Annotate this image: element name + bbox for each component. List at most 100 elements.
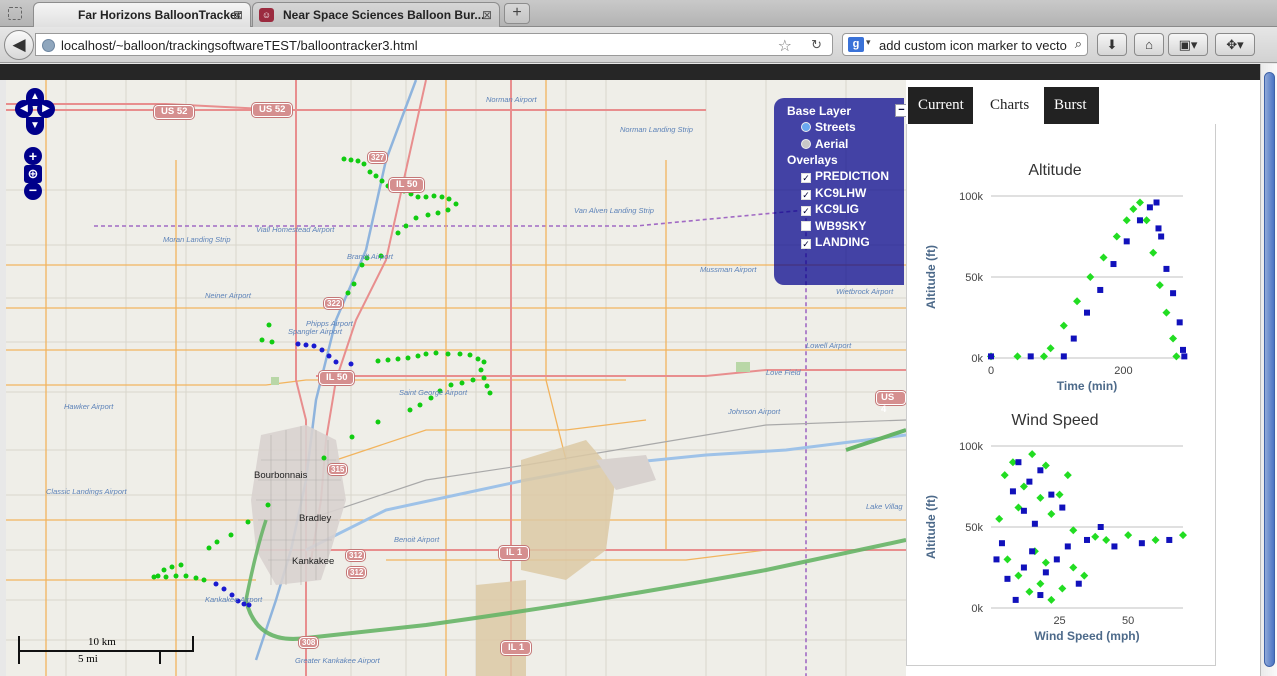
- data-point-green: [1179, 531, 1187, 540]
- city-label: Bradley: [299, 513, 332, 524]
- road-shield: US 52: [252, 103, 293, 117]
- pan-left-button[interactable]: ◀: [15, 100, 33, 118]
- data-point-green: [1099, 253, 1108, 262]
- data-point-blue: [1155, 225, 1162, 232]
- checkbox-icon[interactable]: ✓: [801, 189, 811, 200]
- new-tab-button[interactable]: +: [504, 3, 530, 24]
- road-shield: IL 1: [499, 546, 530, 560]
- layer-label: WB9SKY: [815, 218, 867, 233]
- map-view[interactable]: Norman Airport Norman Landing Strip Van …: [6, 80, 906, 676]
- altitude-chart: Altitude 0k 50k 100k 0 200 Time (min) Altitude …: [924, 162, 1188, 393]
- close-tab-icon[interactable]: ⊠: [482, 8, 492, 22]
- radio-icon[interactable]: [801, 122, 811, 132]
- chevron-down-icon[interactable]: ▾: [866, 37, 871, 48]
- tab-label: Near Space Sciences Balloon Bur...: [283, 8, 485, 22]
- map-label: Mussman Airport: [700, 265, 757, 274]
- extension-icon: ✥▾: [1226, 37, 1244, 52]
- close-tab-icon[interactable]: ⊠: [233, 8, 243, 22]
- data-point-green: [1039, 352, 1048, 361]
- map-base-svg: [6, 80, 906, 676]
- data-point-blue: [1060, 353, 1067, 360]
- back-button[interactable]: ◀: [4, 30, 34, 60]
- bookmark-star-icon[interactable]: ☆: [778, 36, 792, 56]
- zoom-out-button[interactable]: −: [24, 182, 42, 200]
- road-shield: IL 50: [389, 178, 425, 192]
- data-point-green: [1025, 587, 1034, 596]
- data-point-green: [1122, 216, 1131, 225]
- search-icon[interactable]: ⌕: [1075, 36, 1082, 52]
- downloads-button[interactable]: ⬇: [1097, 33, 1127, 56]
- data-point-green: [1036, 579, 1045, 588]
- window-menu-icon[interactable]: [8, 7, 22, 20]
- scrollbar-thumb[interactable]: [1264, 72, 1275, 667]
- overlay-kc9lhw[interactable]: ✓ KC9LHW: [787, 186, 904, 203]
- map-label: Hawker Airport: [64, 402, 114, 411]
- checkbox-icon[interactable]: ✓: [801, 239, 811, 249]
- x-axis-label: Wind Speed (mph): [1034, 629, 1139, 643]
- radio-icon[interactable]: [801, 138, 811, 149]
- page-scrollbar[interactable]: [1260, 64, 1277, 676]
- tab-far-horizons[interactable]: Far Horizons BalloonTracker ⊠: [33, 2, 251, 27]
- data-point-green: [1149, 248, 1158, 257]
- data-point-blue: [1009, 488, 1016, 495]
- checkbox-icon[interactable]: ✓: [801, 173, 811, 183]
- data-point-blue: [988, 353, 994, 360]
- chart-title: Wind Speed: [1011, 412, 1098, 429]
- tab-current[interactable]: Current: [908, 87, 973, 124]
- base-layer-streets[interactable]: Streets: [787, 120, 904, 137]
- y-tick-label: 0k: [971, 353, 983, 365]
- overlay-landing[interactable]: ✓ LANDING: [787, 235, 904, 252]
- x-tick-label: 200: [1114, 365, 1132, 377]
- layer-label: PREDICTION: [815, 169, 890, 183]
- data-point-green: [1102, 535, 1111, 544]
- data-point-green: [1151, 535, 1160, 544]
- map-label: Love Field: [766, 368, 801, 377]
- data-point-green: [1069, 563, 1078, 572]
- city-label: Kankakee: [292, 556, 335, 567]
- base-layer-aerial[interactable]: Aerial: [787, 137, 904, 154]
- overlay-wb9sky[interactable]: WB9SKY: [787, 219, 904, 236]
- data-point-green: [1135, 198, 1144, 207]
- bookmarks-menu-button[interactable]: ▣▾: [1168, 33, 1208, 56]
- tab-burst[interactable]: Burst: [1044, 87, 1099, 124]
- map-label: Benoit Airport: [394, 535, 440, 544]
- checkbox-icon[interactable]: [801, 220, 811, 231]
- tab-label: Far Horizons BalloonTracker: [78, 8, 242, 22]
- overlay-kc9lig[interactable]: ✓ KC9LIG: [787, 202, 904, 219]
- overlay-prediction[interactable]: ✓ PREDICTION: [787, 169, 904, 186]
- map-label: Van Alven Landing Strip: [574, 206, 654, 215]
- home-button[interactable]: ⌂: [1134, 33, 1164, 56]
- road-shield: IL 1: [501, 641, 532, 655]
- map-label: Lake Villag: [866, 502, 903, 511]
- data-point-blue: [1020, 564, 1027, 571]
- zoom-world-button[interactable]: ⊕: [24, 165, 42, 183]
- map-label: Neiner Airport: [205, 291, 251, 300]
- search-engine-icon[interactable]: g: [848, 37, 864, 52]
- url-bar[interactable]: localhost/~balloon/trackingsoftwareTEST/…: [35, 33, 833, 56]
- data-point-blue: [1029, 548, 1036, 555]
- chart-title: Altitude: [1028, 162, 1081, 179]
- minimize-button[interactable]: −: [895, 104, 906, 117]
- data-point-blue: [1110, 261, 1117, 268]
- zoom-in-button[interactable]: +: [24, 147, 42, 165]
- search-field[interactable]: g ▾ add custom icon marker to vecto ⌕: [842, 33, 1088, 56]
- data-point-green: [1086, 273, 1095, 281]
- data-point-green: [1047, 510, 1056, 519]
- checkbox-icon[interactable]: ✓: [801, 206, 811, 216]
- layer-label: LANDING: [815, 235, 870, 249]
- reload-icon[interactable]: ↻: [811, 37, 822, 53]
- tab-charts[interactable]: Charts: [980, 87, 1040, 124]
- pan-right-button[interactable]: ▶: [37, 100, 55, 118]
- map-label: Kankakee Airport: [205, 595, 263, 604]
- extension-menu-button[interactable]: ✥▾: [1215, 33, 1255, 56]
- road-shield: US 52: [154, 105, 195, 119]
- x-tick-label: 50: [1122, 615, 1134, 627]
- tab-near-space[interactable]: ☺ Near Space Sciences Balloon Bur... ⊠: [252, 2, 500, 27]
- data-point-blue: [1146, 204, 1153, 211]
- scale-km-label: 10 km: [88, 636, 116, 648]
- layer-switcher: − Base Layer Streets Aerial Overlays ✓ PR…: [774, 98, 906, 285]
- y-tick-label: 100k: [959, 441, 983, 453]
- pan-down-button[interactable]: ▼: [26, 117, 44, 135]
- layer-label: KC9LHW: [815, 185, 867, 200]
- x-tick-label: 25: [1053, 615, 1065, 627]
